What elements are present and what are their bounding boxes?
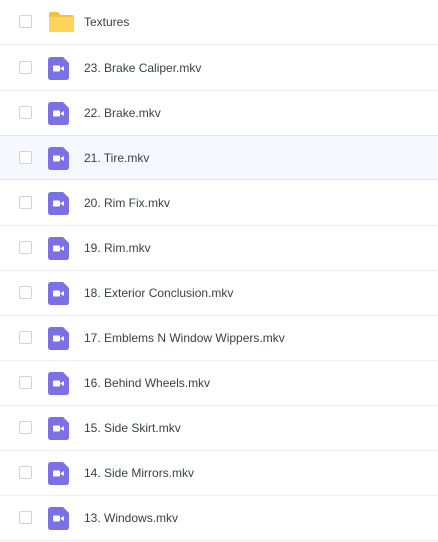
row-checkbox[interactable] (19, 331, 32, 344)
list-item[interactable]: 13. Windows.mkv (0, 496, 438, 541)
list-item[interactable]: 14. Side Mirrors.mkv (0, 451, 438, 496)
file-name: 16. Behind Wheels.mkv (84, 376, 211, 390)
row-checkbox[interactable] (19, 466, 32, 479)
row-checkbox[interactable] (19, 196, 32, 209)
row-checkbox[interactable] (19, 151, 32, 164)
file-name: 20. Rim Fix.mkv (84, 196, 171, 210)
video-file-icon (48, 417, 69, 440)
list-item[interactable]: 17. Emblems N Window Wippers.mkv (0, 316, 438, 361)
file-list: Textures 23. Brake Caliper.mkv 22. Brake… (0, 0, 438, 542)
row-checkbox[interactable] (19, 421, 32, 434)
video-file-icon (48, 507, 69, 530)
row-checkbox[interactable] (19, 376, 32, 389)
video-file-icon (48, 147, 69, 170)
file-name: 17. Emblems N Window Wippers.mkv (84, 331, 285, 345)
list-item[interactable]: 19. Rim.mkv (0, 226, 438, 271)
row-checkbox[interactable] (19, 241, 32, 254)
row-checkbox[interactable] (19, 61, 32, 74)
video-file-icon (48, 372, 69, 395)
folder-icon (48, 11, 74, 34)
list-item[interactable]: 22. Brake.mkv (0, 91, 438, 136)
list-item[interactable]: Textures (0, 0, 438, 45)
file-name: 18. Exterior Conclusion.mkv (84, 286, 234, 300)
video-file-icon (48, 57, 69, 80)
row-checkbox[interactable] (19, 15, 32, 28)
video-file-icon (48, 282, 69, 305)
list-item[interactable]: 15. Side Skirt.mkv (0, 406, 438, 451)
list-item[interactable]: 20. Rim Fix.mkv (0, 181, 438, 226)
list-item[interactable]: 21. Tire.mkv (0, 135, 438, 180)
file-name: 13. Windows.mkv (84, 511, 179, 525)
list-item[interactable]: 23. Brake Caliper.mkv (0, 46, 438, 91)
file-name: 19. Rim.mkv (84, 241, 151, 255)
row-checkbox[interactable] (19, 286, 32, 299)
video-file-icon (48, 192, 69, 215)
file-name: 15. Side Skirt.mkv (84, 421, 181, 435)
file-name: 14. Side Mirrors.mkv (84, 466, 195, 480)
list-item[interactable]: 18. Exterior Conclusion.mkv (0, 271, 438, 316)
row-checkbox[interactable] (19, 106, 32, 119)
video-file-icon (48, 102, 69, 125)
video-file-icon (48, 327, 69, 350)
file-name: 21. Tire.mkv (84, 151, 150, 165)
video-file-icon (48, 237, 69, 260)
file-name: 23. Brake Caliper.mkv (84, 61, 202, 75)
video-file-icon (48, 462, 69, 485)
file-name: 22. Brake.mkv (84, 106, 161, 120)
list-item[interactable]: 16. Behind Wheels.mkv (0, 361, 438, 406)
row-checkbox[interactable] (19, 511, 32, 524)
file-name: Textures (84, 15, 130, 29)
